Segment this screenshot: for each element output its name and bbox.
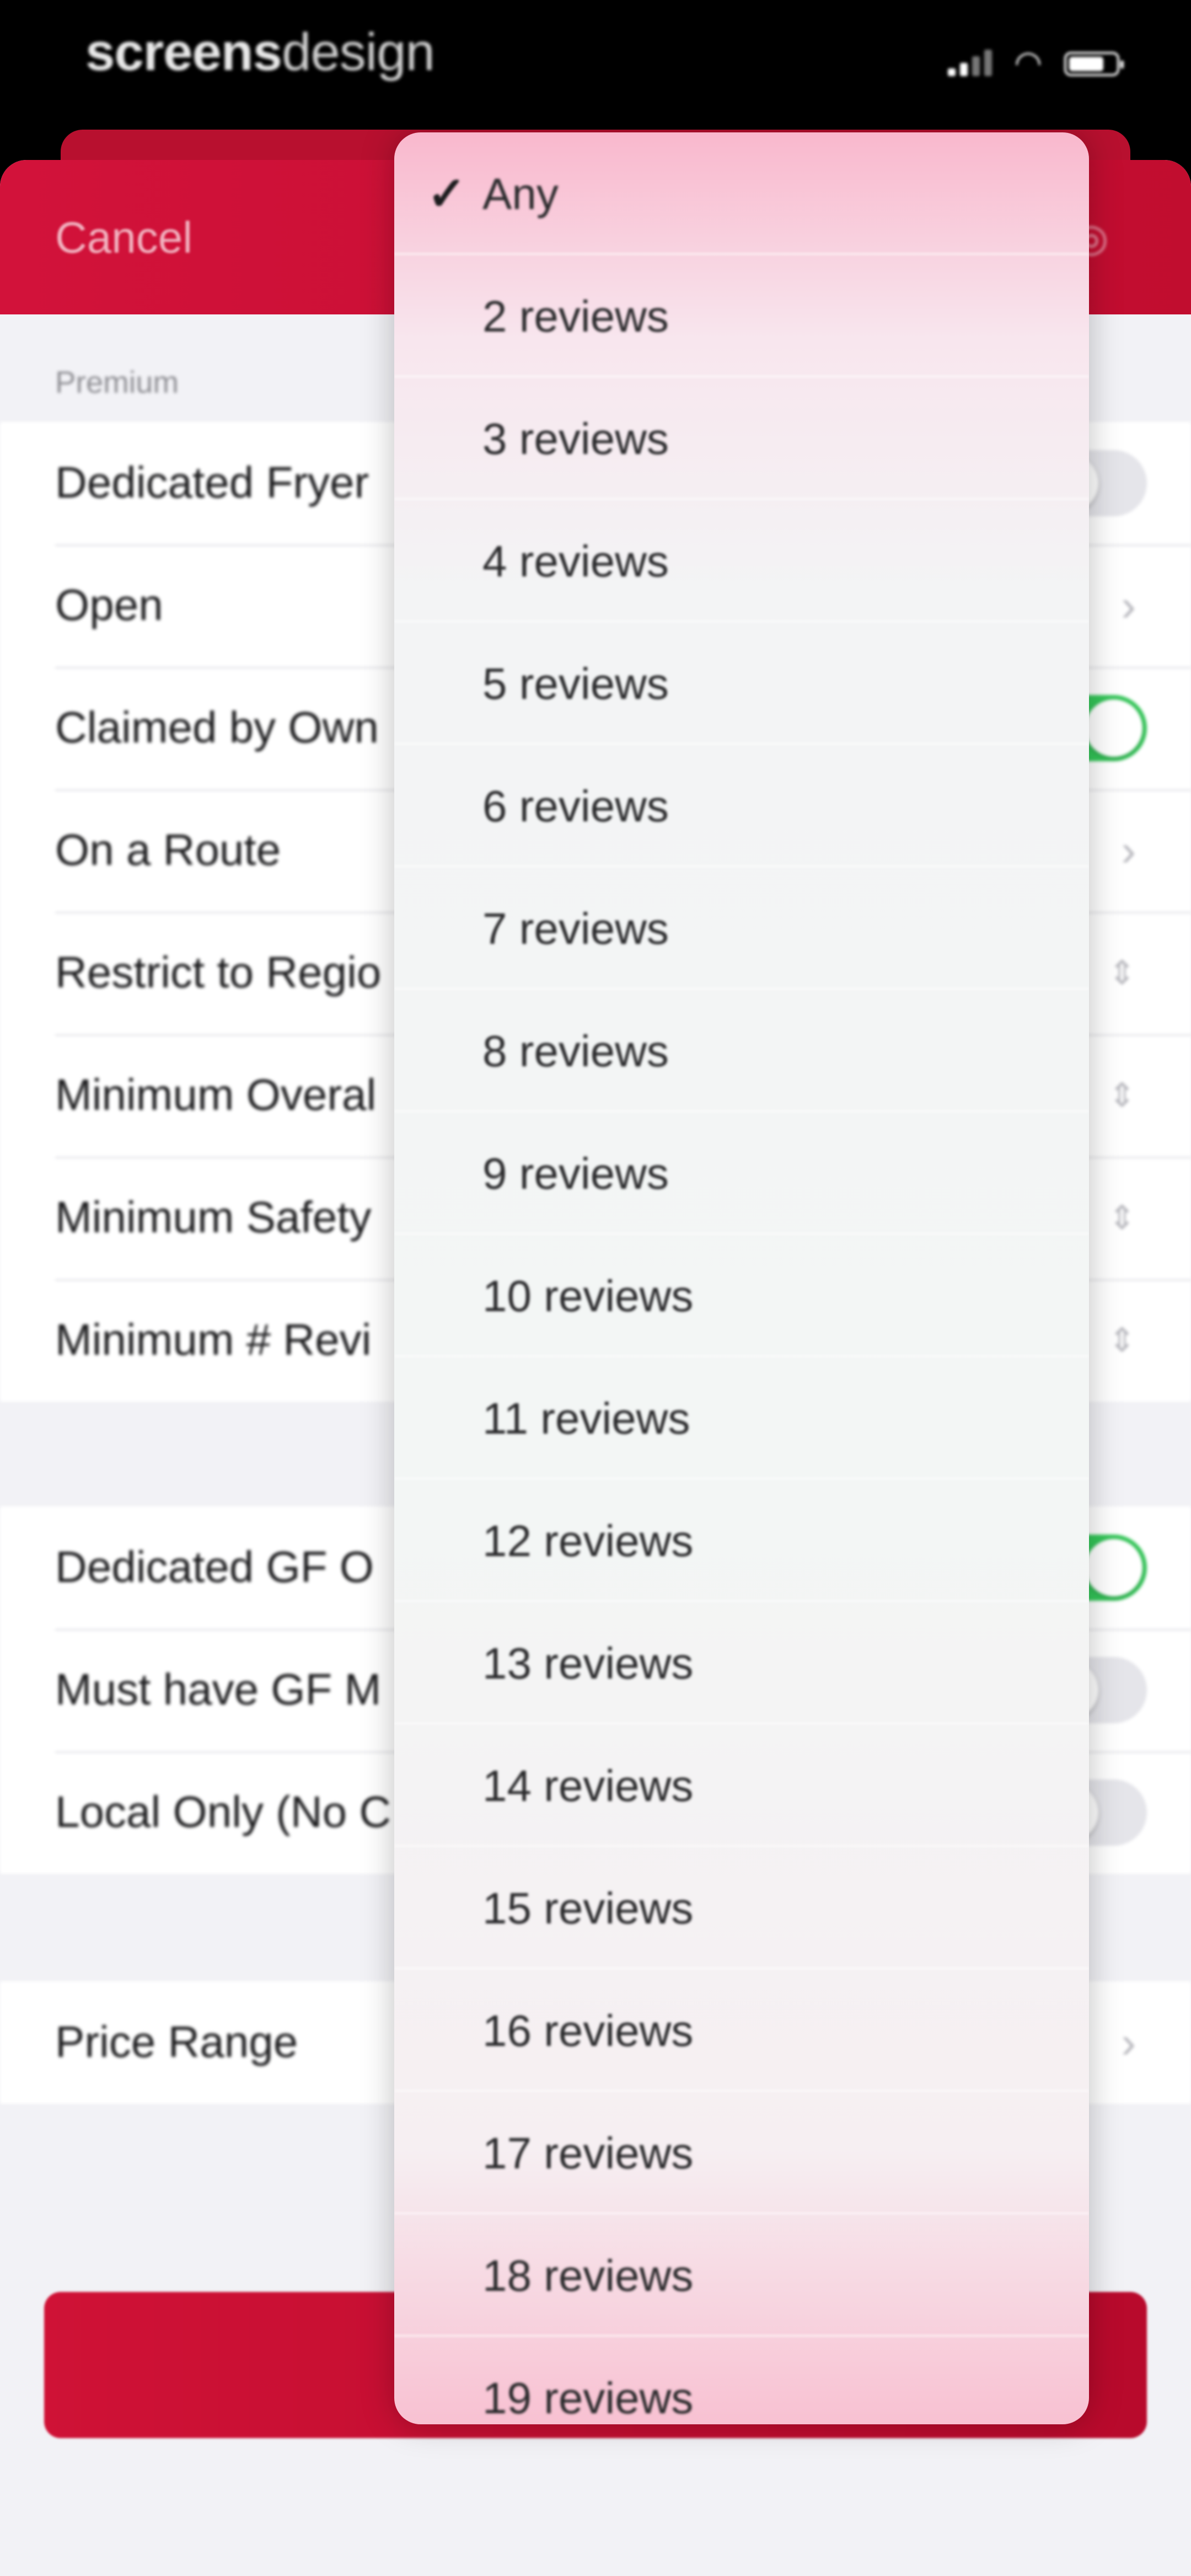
up-down-chevron-icon[interactable]: ⇕ (1108, 1076, 1136, 1115)
filter-row-label: Minimum # Revi (55, 1315, 372, 1364)
dropdown-option-9-reviews[interactable]: 9 reviews (394, 1112, 1089, 1234)
cancel-button[interactable]: Cancel (55, 212, 192, 263)
dropdown-option-4-reviews[interactable]: 4 reviews (394, 500, 1089, 622)
dropdown-option-label: 15 reviews (482, 1884, 694, 1933)
dropdown-option-10-reviews[interactable]: 10 reviews (394, 1234, 1089, 1357)
dropdown-option-label: 9 reviews (482, 1149, 669, 1198)
signal-bars-icon (948, 50, 993, 76)
dropdown-option-12-reviews[interactable]: 12 reviews (394, 1479, 1089, 1602)
dropdown-option-label: 3 reviews (482, 414, 669, 463)
dropdown-option-label: 2 reviews (482, 292, 669, 341)
dropdown-option-14-reviews[interactable]: 14 reviews (394, 1724, 1089, 1847)
filter-row-label: Price Range (55, 2017, 298, 2066)
status-bar: screensdesign ◠ (0, 0, 1191, 132)
dropdown-options: ✓ Any 2 reviews 3 reviews 4 reviews 5 reviews… (394, 132, 1089, 2424)
dropdown-option-label: 17 reviews (482, 2129, 694, 2178)
dropdown-option-16-reviews[interactable]: 16 reviews (394, 1969, 1089, 2092)
battery-icon (1064, 52, 1124, 76)
dropdown-option-label: 7 reviews (482, 904, 669, 953)
reviews-dropdown-menu[interactable]: ✓ Any 2 reviews 3 reviews 4 reviews 5 reviews… (394, 132, 1089, 2424)
chevron-right-icon: › (1121, 581, 1136, 630)
filter-row-label: Local Only (No C (55, 1787, 391, 1836)
filter-row-label: Dedicated GF O (55, 1542, 374, 1591)
dropdown-option-label: 13 reviews (482, 1639, 694, 1688)
dropdown-option-any[interactable]: ✓ Any (394, 132, 1089, 255)
dropdown-option-11-reviews[interactable]: 11 reviews (394, 1357, 1089, 1479)
dropdown-option-15-reviews[interactable]: 15 reviews (394, 1847, 1089, 1969)
checkmark-icon: ✓ (427, 168, 466, 220)
dropdown-option-label: 12 reviews (482, 1516, 694, 1565)
dropdown-option-17-reviews[interactable]: 17 reviews (394, 2092, 1089, 2214)
dropdown-option-label: 19 reviews (482, 2374, 694, 2423)
dropdown-option-3-reviews[interactable]: 3 reviews (394, 377, 1089, 500)
chevron-right-icon: › (1121, 826, 1136, 875)
dropdown-option-label: 6 reviews (482, 782, 669, 831)
filter-row-label: Dedicated Fryer (55, 458, 369, 507)
dropdown-option-label: 4 reviews (482, 537, 669, 586)
dropdown-option-13-reviews[interactable]: 13 reviews (394, 1602, 1089, 1724)
dropdown-option-label: 18 reviews (482, 2251, 694, 2300)
dropdown-option-label: 10 reviews (482, 1271, 694, 1321)
dropdown-option-18-reviews[interactable]: 18 reviews (394, 2214, 1089, 2337)
dropdown-option-2-reviews[interactable]: 2 reviews (394, 255, 1089, 377)
status-icons: ◠ (948, 45, 1124, 81)
dropdown-option-7-reviews[interactable]: 7 reviews (394, 867, 1089, 990)
dropdown-option-label: Any (482, 169, 559, 218)
dropdown-option-5-reviews[interactable]: 5 reviews (394, 622, 1089, 745)
filter-row-label: Claimed by Own (55, 703, 379, 752)
filter-row-label: Open (55, 580, 163, 629)
brand-bold: screens (85, 23, 282, 82)
brand-logo: screensdesign (85, 22, 435, 83)
chevron-right-icon: › (1121, 2018, 1136, 2067)
filter-row-label: Minimum Safety (55, 1193, 372, 1242)
dropdown-option-label: 11 reviews (482, 1394, 690, 1443)
dropdown-option-6-reviews[interactable]: 6 reviews (394, 745, 1089, 867)
filter-row-label: Restrict to Regio (55, 948, 382, 997)
dropdown-option-label: 5 reviews (482, 659, 669, 708)
dropdown-option-8-reviews[interactable]: 8 reviews (394, 990, 1089, 1112)
filter-row-label: Must have GF M (55, 1665, 382, 1714)
wifi-icon: ◠ (1014, 45, 1042, 81)
up-down-chevron-icon[interactable]: ⇕ (1108, 954, 1136, 992)
brand-light: design (281, 23, 435, 82)
dropdown-option-label: 16 reviews (482, 2006, 694, 2055)
section-header-label: Premium (55, 365, 179, 399)
filter-row-label: On a Route (55, 825, 281, 874)
up-down-chevron-icon[interactable]: ⇕ (1108, 1199, 1136, 1237)
filter-row-label: Minimum Overal (55, 1070, 377, 1119)
up-down-chevron-icon[interactable]: ⇕ (1108, 1321, 1136, 1360)
dropdown-option-label: 14 reviews (482, 1761, 694, 1810)
dropdown-option-label: 8 reviews (482, 1027, 669, 1076)
dropdown-option-19-reviews[interactable]: 19 reviews (394, 2337, 1089, 2424)
